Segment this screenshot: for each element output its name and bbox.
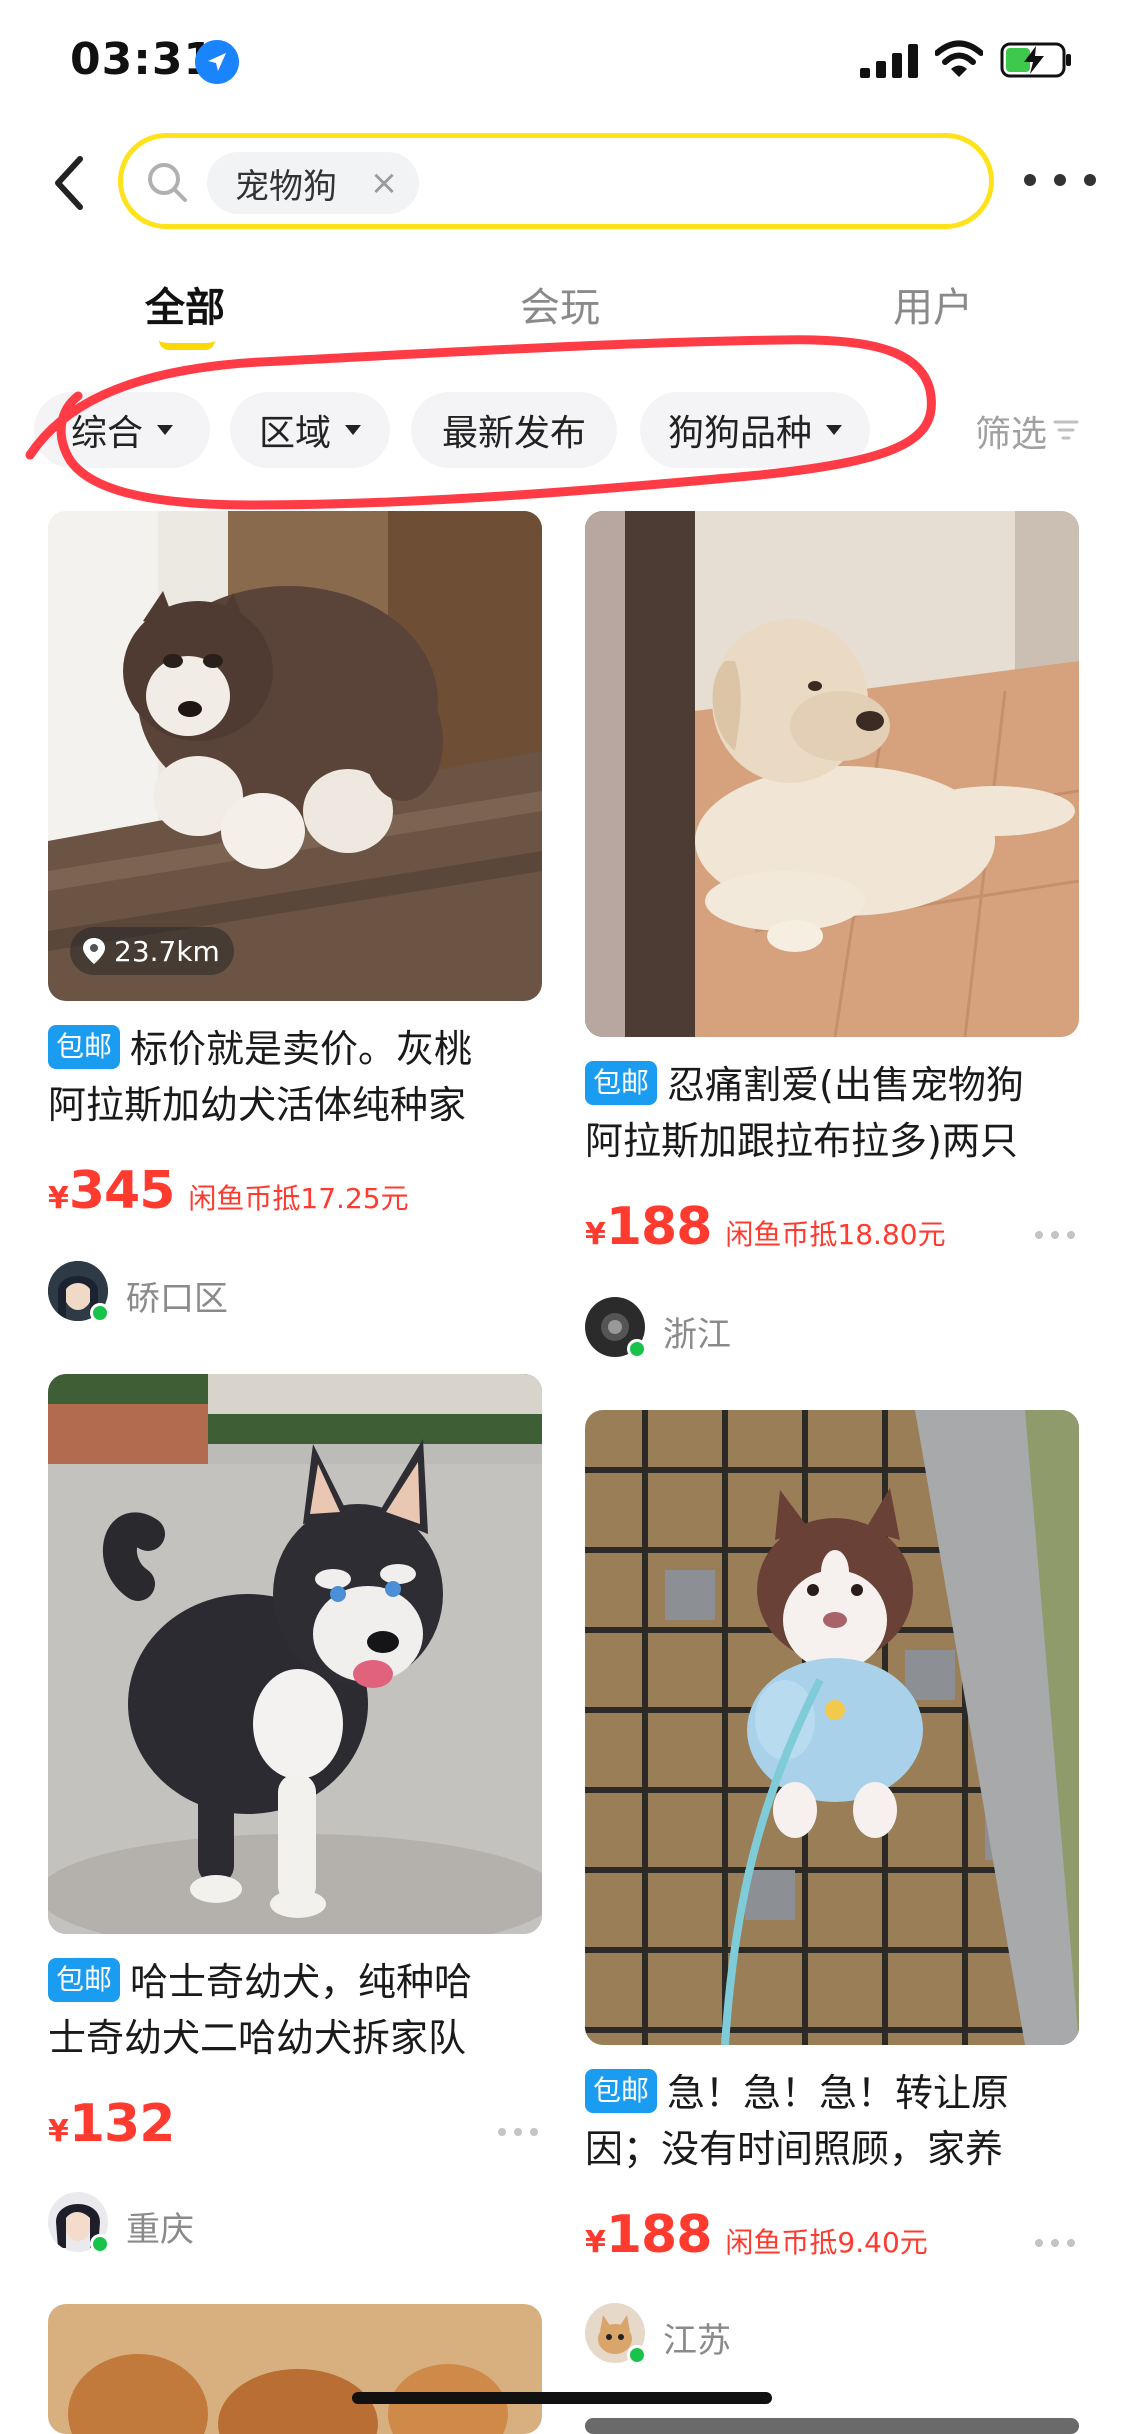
- malamute-sweater-photo-illustration: [585, 1410, 1079, 2045]
- listing-title-line1: 忍痛割爱(出售宠物狗: [667, 1063, 1024, 1107]
- filter-lines-icon: [1053, 420, 1079, 440]
- more-dot: [1067, 2239, 1075, 2247]
- search-query-chip[interactable]: 宠物狗 ×: [207, 152, 419, 214]
- more-dot: [1051, 1231, 1059, 1239]
- search-query-text: 宠物狗: [235, 166, 337, 207]
- filter-sort-label: 综合: [70, 413, 143, 454]
- more-dot: [1054, 174, 1066, 186]
- more-dot: [514, 2128, 522, 2136]
- listing-title[interactable]: 包邮 急！急！急！转让原 因；没有时间照顾，家养: [585, 2065, 1079, 2177]
- coin-discount-note: 闲鱼币抵9.40元: [725, 2226, 928, 2259]
- status-bar: 03:31: [0, 0, 1125, 120]
- more-icon[interactable]: [1035, 1231, 1075, 1241]
- listing-price: ¥ 188 闲鱼币抵9.40元: [585, 2205, 928, 2265]
- listing-title-line1: 哈士奇幼犬，纯种哈: [130, 1960, 473, 2004]
- free-shipping-badge: 包邮: [48, 1958, 121, 2002]
- listing-photo-labrador[interactable]: [585, 511, 1079, 1037]
- more-dot: [1035, 2239, 1043, 2247]
- listing-title[interactable]: 包邮 标价就是卖价。灰桃 阿拉斯加幼犬活体纯种家: [48, 1021, 542, 1133]
- listing-title[interactable]: 包邮 哈士奇幼犬，纯种哈 士奇幼犬二哈幼犬拆家队: [48, 1954, 542, 2066]
- active-tab-underline: [159, 340, 215, 350]
- seller-location: 重庆: [126, 2210, 194, 2250]
- filter-breed-label: 狗狗品种: [667, 413, 812, 454]
- online-status-dot: [90, 1303, 110, 1323]
- listing-photo-malamute-puppy[interactable]: 23.7km: [48, 511, 542, 1001]
- listing-photo-partial[interactable]: [48, 2304, 542, 2434]
- listing-price: ¥ 188 闲鱼币抵18.80元: [585, 1197, 946, 1257]
- listing-title-line2: 阿拉斯加跟拉布拉多)两只: [585, 1119, 1018, 1163]
- filter-latest-label: 最新发布: [441, 413, 586, 454]
- more-dot: [1051, 2239, 1059, 2247]
- price-currency: ¥: [585, 1217, 606, 1252]
- search-box[interactable]: 宠物狗 ×: [118, 133, 994, 229]
- caret-down-icon: [157, 425, 173, 435]
- seller-location: 江苏: [663, 2321, 731, 2361]
- coin-discount-note: 闲鱼币抵17.25元: [188, 1182, 409, 1215]
- coin-discount-note: 闲鱼币抵18.80元: [725, 1218, 946, 1251]
- online-status-dot: [90, 2234, 110, 2254]
- labrador-photo-illustration: [585, 511, 1079, 1037]
- tab-play[interactable]: 会玩: [520, 275, 600, 333]
- battery-charging-icon: [1000, 42, 1071, 78]
- more-dot: [1024, 174, 1036, 186]
- listing-photo-partial[interactable]: [585, 2418, 1079, 2434]
- caret-down-icon: [345, 425, 361, 435]
- price-currency: ¥: [585, 2225, 606, 2260]
- signal-icon: [860, 44, 918, 78]
- listing-price: ¥ 132: [48, 2094, 176, 2154]
- free-shipping-badge: 包邮: [48, 1025, 121, 1069]
- seller-location: 硚口区: [126, 1279, 228, 1319]
- listing-title-line2: 因；没有时间照顾，家养: [585, 2127, 1004, 2171]
- listing-price: ¥ 345 闲鱼币抵17.25元: [48, 1161, 409, 1221]
- online-status-dot: [627, 1339, 647, 1359]
- status-time: 03:31: [70, 34, 216, 85]
- more-icon[interactable]: [498, 2128, 538, 2138]
- more-dot: [1035, 1231, 1043, 1239]
- wifi-icon: [935, 40, 983, 77]
- search-icon: [148, 163, 187, 202]
- location-pin-icon: [83, 938, 105, 964]
- filter-region[interactable]: 区域: [230, 392, 390, 468]
- price-value: 188: [605, 1197, 713, 1257]
- price-value: 188: [605, 2205, 713, 2265]
- more-dot: [1084, 174, 1096, 186]
- listing-photo-husky-puppy[interactable]: [48, 1374, 542, 1934]
- tab-all[interactable]: 全部: [145, 275, 225, 333]
- price-currency: ¥: [48, 1181, 69, 1216]
- free-shipping-badge: 包邮: [585, 2069, 658, 2113]
- location-arrow-icon: [195, 40, 239, 84]
- more-dot: [530, 2128, 538, 2136]
- listing-photo-malamute-sweater[interactable]: [585, 1410, 1079, 2045]
- filter-latest[interactable]: 最新发布: [411, 392, 617, 468]
- online-status-dot: [627, 2345, 647, 2365]
- filter-sort[interactable]: 综合: [34, 392, 210, 468]
- shiba-photo-illustration: [48, 2304, 542, 2434]
- listing-title[interactable]: 包邮 忍痛割爱(出售宠物狗 阿拉斯加跟拉布拉多)两只: [585, 1057, 1079, 1169]
- filter-breed[interactable]: 狗狗品种: [640, 392, 870, 468]
- free-shipping-badge: 包邮: [585, 1061, 658, 1105]
- distance-text: 23.7km: [114, 934, 220, 968]
- clear-icon[interactable]: ×: [367, 166, 401, 200]
- more-options-button[interactable]: [1024, 160, 1096, 200]
- tab-users[interactable]: 用户: [893, 275, 973, 333]
- listing-title-line1: 急！急！急！转让原: [667, 2071, 1010, 2115]
- husky-photo-illustration: [48, 1374, 542, 1934]
- price-value: 345: [68, 1161, 176, 1221]
- distance-badge: 23.7km: [70, 927, 234, 975]
- price-value: 132: [68, 2094, 176, 2154]
- listing-title-line2: 阿拉斯加幼犬活体纯种家: [48, 1083, 467, 1127]
- filter-more-button[interactable]: 筛选: [975, 405, 1047, 457]
- more-dot: [498, 2128, 506, 2136]
- listing-title-line1: 标价就是卖价。灰桃: [130, 1027, 473, 1071]
- price-currency: ¥: [48, 2114, 69, 2149]
- home-indicator: [352, 2392, 772, 2404]
- back-chevron-icon: [55, 156, 83, 210]
- more-icon[interactable]: [1035, 2239, 1075, 2249]
- more-dot: [1067, 1231, 1075, 1239]
- filter-region-label: 区域: [258, 413, 331, 454]
- listing-title-line2: 士奇幼犬二哈幼犬拆家队: [48, 2016, 467, 2060]
- back-button[interactable]: [40, 148, 100, 218]
- seller-location: 浙江: [663, 1315, 731, 1355]
- caret-down-icon: [826, 425, 842, 435]
